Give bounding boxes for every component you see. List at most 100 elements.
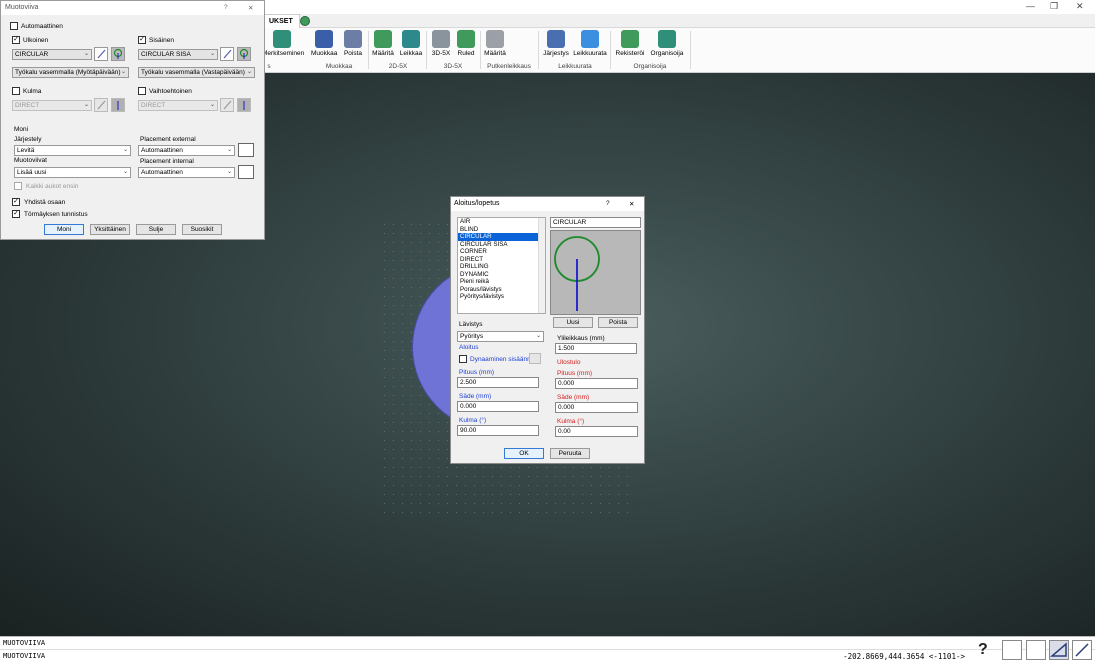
list-item[interactable]: CIRCULAR (458, 233, 545, 241)
button-label: Ruled (457, 50, 475, 57)
tormays-checkbox[interactable]: ✓ (12, 210, 20, 218)
jarjestely-combo[interactable]: Levitä ⌄ (14, 145, 131, 156)
kaikki-aukot-checkbox[interactable] (14, 182, 22, 190)
tab-extra-icon[interactable] (300, 16, 310, 26)
sisainen-tool-combo[interactable]: Työkalu vasemmalla (Vastapäivään) ⌄ (138, 67, 255, 78)
organizer-icon (658, 30, 676, 48)
moni-button[interactable]: Moni (44, 224, 84, 235)
ortho-icon[interactable] (1049, 640, 1069, 660)
list-item[interactable]: Pyöritys/lävistys (458, 293, 545, 301)
sade-out-input[interactable]: 0.000 (555, 402, 638, 413)
combo-value: Työkalu vasemmalla (Myötäpäivään) (15, 69, 121, 76)
merkitseminen-button[interactable]: Merkitseminen (262, 30, 304, 57)
dynaaminen-settings-button[interactable] (529, 353, 541, 364)
list-item[interactable]: BLIND (458, 226, 545, 234)
kulma-out-input[interactable]: 0.00 (555, 426, 638, 437)
poista-button[interactable]: Poista (598, 317, 638, 328)
ulkoinen-checkbox[interactable]: ✓ (12, 36, 20, 44)
edit-pen-button[interactable] (94, 47, 108, 61)
sade-in-input[interactable]: 0.000 (457, 401, 539, 412)
ulkoinen-combo[interactable]: CIRCULAR ⌄ (12, 49, 92, 60)
muotoviivat-combo[interactable]: Lisää uusi ⌄ (14, 167, 131, 178)
kulma-label: Kulma (23, 88, 42, 95)
pen-icon (97, 100, 106, 110)
list-item[interactable]: DIRECT (458, 256, 545, 264)
pituus-in-input[interactable]: 2.500 (457, 377, 539, 388)
ylileikkaus-input[interactable]: 1.500 (555, 343, 637, 354)
rekisteroi-button[interactable]: Rekisteröi (614, 30, 646, 57)
button-label: Rekisteröi (615, 50, 645, 57)
help-icon[interactable]: ? (606, 200, 610, 207)
placement-internal-swatch[interactable] (238, 165, 254, 179)
preview-button[interactable] (111, 47, 125, 61)
preview-button[interactable] (111, 98, 125, 112)
sulje-button[interactable]: Sulje (136, 224, 176, 235)
close-icon[interactable]: ✕ (248, 4, 253, 12)
group-label: Leikkuurata (558, 63, 592, 70)
sisainen-label: Sisäinen (149, 37, 174, 44)
muokkaa-button[interactable]: Muokkaa (311, 30, 337, 57)
vaihto-combo[interactable]: DIRECT ⌄ (138, 100, 218, 111)
peruuta-button[interactable]: Peruuta (550, 448, 590, 459)
list-item[interactable]: Pieni reikä (458, 278, 545, 286)
command-input[interactable]: MUOTOVIIVA -202.8669,444.3654 <-1101-> (0, 649, 1095, 663)
placement-external-swatch[interactable] (238, 143, 254, 157)
command-history: MUOTOVIIVA (0, 636, 1095, 649)
close-icon[interactable]: ✕ (1076, 1, 1084, 12)
list-item[interactable]: CORNER (458, 248, 545, 256)
lavistys-combo[interactable]: Pyöritys ⌄ (457, 331, 544, 342)
leikkaa-button[interactable]: Leikkaa (398, 30, 424, 57)
preview-button[interactable] (237, 98, 251, 112)
3d-5x-button[interactable]: 3D-5X (429, 30, 453, 57)
ruled-button[interactable]: Ruled (455, 30, 477, 57)
combo-value: Lisää uusi (17, 169, 47, 176)
vaihtoehtoinen-checkbox[interactable] (138, 87, 146, 95)
separator (368, 31, 369, 69)
placement-internal-combo[interactable]: Automaattinen ⌄ (138, 167, 235, 178)
edit-pen-button[interactable] (220, 47, 234, 61)
chevron-down-icon: ⌄ (246, 69, 252, 75)
edit-pen-button[interactable] (94, 98, 108, 112)
list-item[interactable]: Poraus/lävistys (458, 286, 545, 294)
automaattinen-checkbox[interactable] (10, 22, 18, 30)
dynaaminen-checkbox[interactable] (459, 355, 467, 363)
sisainen-combo[interactable]: CIRCULAR SISA ⌄ (138, 49, 218, 60)
jarjestys-button[interactable]: Järjestys (542, 30, 570, 57)
leikkuurata-button[interactable]: Leikkuurata (573, 30, 607, 57)
preview-button[interactable] (237, 47, 251, 61)
poista-button[interactable]: Poista (340, 30, 366, 57)
yksittainen-button[interactable]: Yksittäinen (90, 224, 130, 235)
leadin-preview-icon (239, 48, 249, 59)
minimize-icon[interactable]: — (1026, 1, 1035, 11)
list-item[interactable]: AIR (458, 218, 545, 226)
ulkoinen-tool-combo[interactable]: Työkalu vasemmalla (Myötäpäivään) ⌄ (12, 67, 129, 78)
tab-ukset[interactable]: UKSET (262, 14, 300, 28)
maarita-button[interactable]: Määritä (370, 30, 396, 57)
blank-view-icon[interactable] (1026, 640, 1046, 660)
leadin-name-input[interactable]: CIRCULAR (550, 217, 641, 228)
list-scrollbar[interactable] (538, 218, 545, 313)
putki-maarita-button[interactable]: Määritä (482, 30, 508, 57)
organisoija-button[interactable]: Organisoija (648, 30, 686, 57)
close-icon[interactable]: ✕ (629, 200, 634, 208)
document-icon[interactable] (1002, 640, 1022, 660)
leadin-list[interactable]: AIR BLIND CIRCULAR CIRCULAR SISA CORNER DIREC… (457, 217, 546, 314)
kulma-combo[interactable]: DIRECT ⌄ (12, 100, 92, 111)
restore-icon[interactable]: ❐ (1050, 1, 1058, 12)
kulma-in-input[interactable]: 90.00 (457, 425, 539, 436)
edit-pen-button[interactable] (220, 98, 234, 112)
uusi-button[interactable]: Uusi (553, 317, 593, 328)
list-item[interactable]: DRILLING (458, 263, 545, 271)
list-item[interactable]: CIRCULAR SISA (458, 241, 545, 249)
pituus-out-input[interactable]: 0.000 (555, 378, 638, 389)
help-icon[interactable]: ? (224, 4, 228, 11)
ok-button[interactable]: OK (504, 448, 544, 459)
snap-icon[interactable] (1072, 640, 1092, 660)
suosikit-button[interactable]: Suosikit (182, 224, 222, 235)
placement-external-combo[interactable]: Automaattinen ⌄ (138, 145, 235, 156)
kulma-checkbox[interactable] (12, 87, 20, 95)
yhdista-checkbox[interactable]: ✓ (12, 198, 20, 206)
help-icon[interactable]: ? (978, 641, 988, 659)
sisainen-checkbox[interactable]: ✓ (138, 36, 146, 44)
list-item[interactable]: DYNAMIC (458, 271, 545, 279)
